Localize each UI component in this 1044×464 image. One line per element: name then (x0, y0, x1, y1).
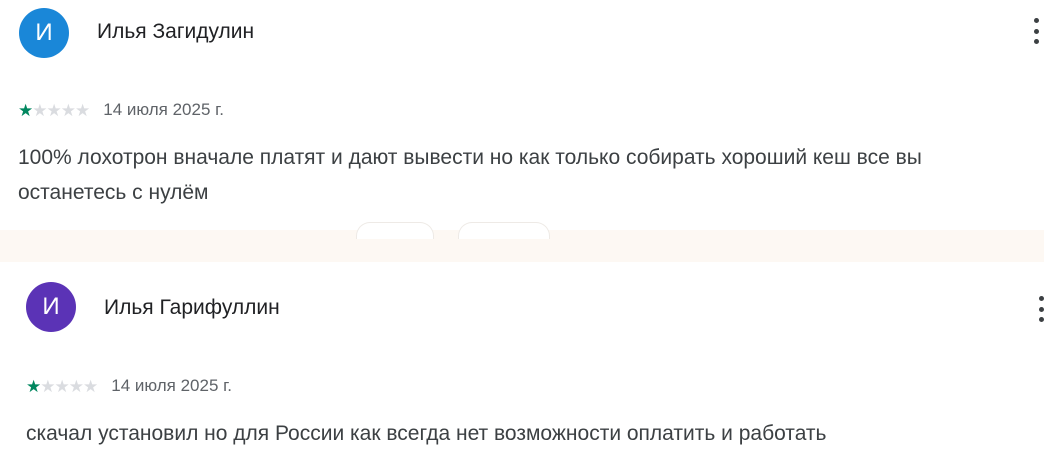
avatar: И (19, 8, 69, 58)
star-rating: ★ ★ ★ ★ ★ (26, 376, 98, 396)
star-empty-icon: ★ (54, 376, 70, 396)
star-empty-icon: ★ (68, 376, 84, 396)
review-meta: ★ ★ ★ ★ ★ 14 июля 2025 г. (18, 100, 224, 120)
helpful-chip-yes[interactable] (356, 222, 434, 239)
author-name: Илья Гарифуллин (104, 296, 280, 319)
star-filled-icon: ★ (18, 100, 33, 120)
avatar: И (26, 282, 76, 332)
star-empty-icon: ★ (75, 100, 90, 120)
star-empty-icon: ★ (60, 100, 76, 120)
star-empty-icon: ★ (46, 100, 62, 120)
helpful-chip-no[interactable] (458, 222, 550, 239)
star-empty-icon: ★ (83, 376, 98, 396)
review-date: 14 июля 2025 г. (111, 376, 232, 395)
star-rating: ★ ★ ★ ★ ★ (18, 100, 90, 120)
review-meta: ★ ★ ★ ★ ★ 14 июля 2025 г. (26, 376, 232, 396)
star-filled-icon: ★ (26, 376, 41, 396)
author-name: Илья Загидулин (97, 20, 255, 43)
review-card: И Илья Загидулин ★ ★ ★ ★ ★ 14 июля 2025 г. 1… (0, 0, 1044, 232)
star-empty-icon: ★ (40, 376, 55, 396)
more-vert-icon[interactable] (1031, 292, 1044, 326)
review-text: 100% лохотрон вначале платят и дают выве… (18, 146, 922, 204)
star-empty-icon: ★ (32, 100, 47, 120)
more-vert-icon[interactable] (1026, 14, 1044, 48)
review-card: И Илья Гарифуллин ★ ★ ★ ★ ★ 14 июля 2025 г. … (0, 262, 1044, 464)
review-text: скачал установил но для России как всегд… (26, 422, 827, 445)
review-date: 14 июля 2025 г. (103, 100, 224, 119)
